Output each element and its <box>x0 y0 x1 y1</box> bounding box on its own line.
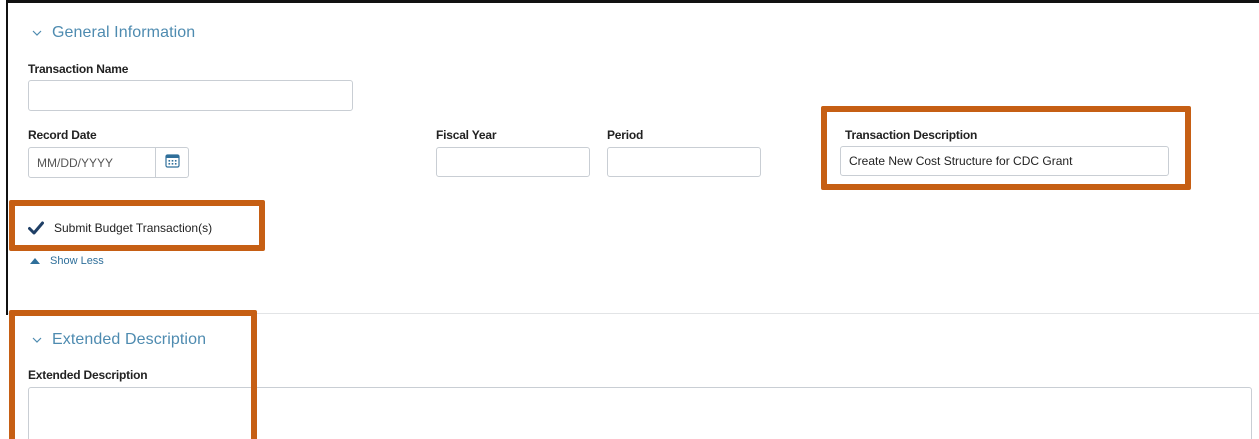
extended-description-toggle[interactable]: Extended Description <box>30 331 206 349</box>
window-left-border <box>6 0 8 315</box>
general-information-title: General Information <box>52 24 196 41</box>
period-label: Period <box>607 128 644 142</box>
window-top-border <box>6 0 1259 3</box>
record-date-field <box>28 147 189 178</box>
period-input[interactable] <box>607 147 761 177</box>
submit-budget-checkbox-row[interactable]: Submit Budget Transaction(s) <box>28 220 212 236</box>
fiscal-year-input[interactable] <box>436 147 590 177</box>
extended-description-label: Extended Description <box>28 368 148 382</box>
show-less-label: Show Less <box>50 255 104 267</box>
triangle-up-icon <box>30 258 40 264</box>
transaction-description-input[interactable] <box>840 146 1169 176</box>
transaction-name-input[interactable] <box>28 80 353 111</box>
general-information-toggle[interactable]: General Information <box>30 24 195 42</box>
extended-description-textarea[interactable] <box>28 387 1252 439</box>
submit-budget-label: Submit Budget Transaction(s) <box>54 221 213 235</box>
transaction-name-label: Transaction Name <box>28 62 129 76</box>
record-date-input[interactable] <box>29 148 155 177</box>
record-date-label: Record Date <box>28 128 97 142</box>
show-less-link[interactable]: Show Less <box>30 255 104 267</box>
transaction-description-label: Transaction Description <box>845 128 978 142</box>
calendar-button[interactable] <box>155 148 188 177</box>
extended-description-title: Extended Description <box>52 331 207 348</box>
calendar-icon <box>164 153 180 173</box>
checkmark-icon[interactable] <box>28 220 44 236</box>
chevron-down-icon <box>30 333 44 347</box>
fiscal-year-label: Fiscal Year <box>436 128 497 142</box>
section-divider <box>8 313 1259 314</box>
chevron-down-icon <box>30 26 44 40</box>
